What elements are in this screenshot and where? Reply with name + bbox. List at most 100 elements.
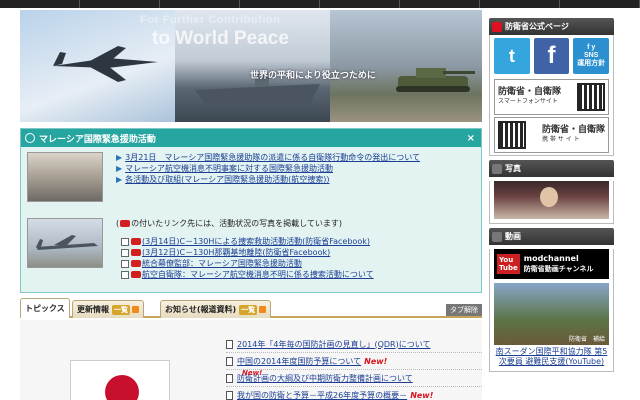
youtube-logo-icon: You Tube (497, 254, 520, 274)
youtube-channel-banner[interactable]: You Tube modchannel 防衛省動画チャンネル (494, 249, 609, 279)
document-icon (226, 356, 233, 366)
sidebar-header-photo: 写真 (489, 160, 614, 177)
photo-note-text: の付いたリンク先には、活動状況の写真を掲載しています (131, 219, 339, 228)
sns-policy-button[interactable]: f y SNS 運用方針 (573, 38, 610, 74)
official-links-panel: t f f y SNS 運用方針 防衛省・自衛隊 スマートフォンサイト 防衛省・自… (489, 35, 614, 156)
notice-primary-links: ▶ 3月21日 マレーシア国際緊急援助隊の派遣に係る自衛隊行動命令の発出について … (116, 152, 420, 185)
notice-header: マレーシア国際緊急援助活動 × (21, 129, 481, 147)
mobile-title: 防衛省・自衛隊 (541, 125, 605, 135)
close-icon[interactable]: × (467, 133, 475, 144)
tab-press[interactable]: お知らせ(報道資料) 一覧 (160, 300, 272, 318)
topics-list: 2014年「4年毎の国防計画の見直し」(QDR)について 中国の2014年度国防… (226, 336, 482, 400)
info-circle-icon (25, 133, 35, 143)
notice-title: マレーシア国際緊急援助活動 (39, 134, 156, 145)
photo-link[interactable]: 統合幕僚監部：マレーシア国際緊急援助活動 (142, 259, 302, 268)
twitter-icon[interactable]: t (494, 38, 530, 74)
sns-policy-label: 運用方針 (577, 60, 606, 67)
rss-icon[interactable] (132, 306, 139, 313)
rss-icon[interactable] (259, 306, 267, 313)
list-item[interactable]: 2014年「4年毎の国防計画の見直し」(QDR)について (226, 336, 482, 353)
list-badge[interactable]: 一覧 (239, 304, 258, 315)
notice-link[interactable]: 3月21日 マレーシア国際緊急援助隊の派遣に係る自衛隊行動命令の発出について (125, 153, 420, 162)
sidebar-header-video: 動画 (489, 228, 614, 245)
list-item[interactable]: 航空自衛隊：マレーシア航空機消息不明に係る捜索活動について (121, 269, 374, 280)
camera-icon (131, 260, 141, 267)
list-item[interactable]: 防衛計画の大綱及び中期防衛力整備計画について (226, 370, 482, 387)
notice-photo-links: (3月14日)C－130Hによる捜索救助活動活動(防衛省Facebook) (3… (121, 236, 374, 280)
channel-subtitle: 防衛省動画チャンネル (523, 265, 594, 273)
tab-topics-label: トピックス (25, 304, 65, 313)
global-nav-bar[interactable] (0, 0, 640, 8)
new-badge: New! (364, 356, 388, 366)
fighter-jet-image (53, 46, 158, 82)
smartphone-subtitle: スマートフォンサイト (498, 98, 558, 105)
list-item[interactable]: 統合幕僚監部：マレーシア国際緊急援助活動 (121, 258, 374, 269)
camera-icon (131, 271, 141, 278)
topics-panel: 2014年「4年毎の国防計画の見直し」(QDR)について 中国の2014年度国防… (20, 320, 482, 400)
external-link-icon (121, 248, 129, 257)
camera-icon (120, 220, 131, 227)
mobile-subtitle: 携 帯 サ イ ト (541, 136, 580, 143)
video-icon (492, 231, 502, 242)
camera-icon (492, 163, 502, 174)
list-item[interactable]: ▶ 3月21日 マレーシア国際緊急援助隊の派遣に係る自衛隊行動命令の発出について (116, 152, 420, 163)
smartphone-title: 防衛省・自衛隊 (498, 87, 562, 97)
tab-topics[interactable]: トピックス (20, 298, 70, 318)
relief-team-photo (27, 152, 103, 202)
photo-link[interactable]: 航空自衛隊：マレーシア航空機消息不明に係る捜索活動について (142, 270, 374, 279)
list-item[interactable]: (3月14日)C－130Hによる捜索救助活動活動(防衛省Facebook) (121, 236, 374, 247)
banner-tagline-en-large: to World Peace (152, 28, 289, 49)
tank-image (396, 68, 475, 92)
external-link-icon (121, 259, 129, 268)
facebook-icon[interactable]: f (533, 38, 570, 74)
tab-updates-label: 更新情報 (77, 305, 109, 314)
notice-link[interactable]: 各活動及び取組(マレーシア国際緊急援助活動(航空捜索)) (125, 175, 329, 184)
sidebar: 防衛省公式ページ t f f y SNS 運用方針 防衛省・自衛隊 スマートフォン… (489, 18, 614, 372)
video-link[interactable]: 南スーダン国際平和協力隊 第5次要員 避難民支援(YouTube) (490, 345, 613, 371)
photo-link[interactable]: (3月14日)C－130Hによる捜索救助活動活動(防衛省Facebook) (142, 237, 370, 246)
video-caption: 防衛省 補給 (568, 336, 605, 343)
external-link-icon (121, 237, 129, 246)
tab-clear-button[interactable]: タブ解除 (446, 304, 482, 316)
camera-icon (131, 249, 141, 256)
qr-code-icon (577, 83, 605, 111)
main-column: For Further Contribution to World Peace … (20, 10, 482, 400)
video-panel: You Tube modchannel 防衛省動画チャンネル 防衛省 補給 南スーダ… (489, 249, 614, 372)
banner-tagline-jp: 世界の平和により役立つために (250, 71, 376, 81)
list-item[interactable]: (3月12日)C－130H那覇基地離陸(防衛省Facebook) (121, 247, 374, 258)
camera-icon (131, 238, 141, 245)
photo-panel (489, 181, 614, 224)
sidebar-title: 動画 (505, 232, 521, 241)
topic-link[interactable]: 我が国の防衛と予算－平成26年度予算の概要－ (237, 390, 407, 400)
sidebar-title: 写真 (505, 164, 521, 173)
hero-banner[interactable]: For Further Contribution to World Peace … (20, 10, 482, 122)
banner-tagline-en: For Further Contribution (140, 14, 281, 26)
document-icon (226, 373, 233, 383)
social-links: t f f y SNS 運用方針 (490, 35, 613, 77)
tab-updates[interactable]: 更新情報 一覧 (72, 300, 144, 318)
sns-icon-label: f y (587, 44, 596, 51)
topic-link[interactable]: 中国の2014年度国防予算について (237, 356, 361, 367)
notice-link[interactable]: マレーシア航空機消息不明事案に対する国際緊急援助活動 (125, 164, 333, 173)
smartphone-site-link[interactable]: 防衛省・自衛隊 スマートフォンサイト (494, 79, 609, 115)
list-badge[interactable]: 一覧 (112, 304, 130, 315)
new-badge: New! (410, 390, 434, 400)
list-item[interactable]: 中国の2014年度国防予算について New! (226, 353, 482, 370)
arrow-icon: ▶ (116, 164, 123, 173)
list-item[interactable]: ▶ 各活動及び取組(マレーシア国際緊急援助活動(航空捜索)) (116, 174, 420, 185)
news-tabs: トピックス 更新情報 一覧 お知らせ(報道資料) 一覧 タブ解除 (20, 298, 482, 318)
video-thumbnail[interactable]: 防衛省 補給 (494, 283, 609, 345)
list-item[interactable]: ▶ マレーシア航空機消息不明事案に対する国際緊急援助活動 (116, 163, 420, 174)
new-badge: New! (242, 369, 263, 377)
featured-photo[interactable] (494, 181, 609, 219)
youtube-logo-line2: Tube (499, 264, 518, 272)
topic-link[interactable]: 防衛計画の大綱及び中期防衛力整備計画について (237, 373, 413, 384)
emblem-icon (492, 21, 502, 32)
sns-label: SNS (583, 52, 599, 59)
topic-link[interactable]: 2014年「4年毎の国防計画の見直し」(QDR)について (237, 339, 430, 350)
photo-link[interactable]: (3月12日)C－130H那覇基地離陸(防衛省Facebook) (142, 248, 330, 257)
mobile-site-link[interactable]: 防衛省・自衛隊携 帯 サ イ ト (494, 117, 609, 153)
photo-note: (の付いたリンク先には、活動状況の写真を掲載しています) (116, 219, 343, 228)
list-item[interactable]: 我が国の防衛と予算－平成26年度予算の概要－ New! (226, 387, 482, 400)
document-icon (226, 390, 233, 400)
